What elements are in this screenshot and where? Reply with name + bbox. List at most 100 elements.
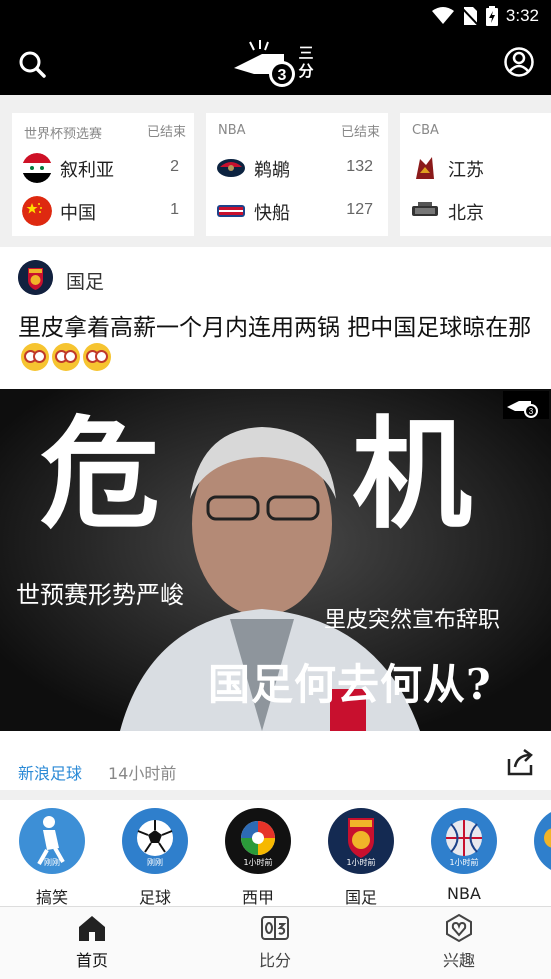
no-sim-icon <box>461 7 478 26</box>
match-status: 已结束 <box>340 125 380 140</box>
article-meta: 新浪足球 14小时前 <box>0 747 551 787</box>
score-card[interactable]: NBA 已结束 鹈鹕 132 快船 127 <box>206 113 388 236</box>
bottom-nav: 首页 比分 兴趣 <box>0 906 551 979</box>
team-name: 江苏 <box>448 160 484 181</box>
category-strip[interactable]: 刚刚 搞笑 刚刚 足球 1小时前 西甲 1小时前 国足 1小时前 NBA <box>0 800 551 906</box>
hero-caption-1: 世预赛形势严峻 <box>16 581 184 609</box>
user-profile-icon[interactable] <box>503 46 535 78</box>
league-name: 世界杯预选赛 <box>24 127 103 142</box>
article-headline[interactable]: 里皮拿着高薪一个月内连用两锅 把中国足球晾在那 <box>18 313 538 374</box>
hero-caption-2: 里皮突然宣布辞职 <box>324 608 501 633</box>
match-status: 已结束 <box>146 125 186 140</box>
team-name: 叙利亚 <box>60 160 114 181</box>
hero-big-char-left: 危 <box>40 404 160 545</box>
nav-scores[interactable]: 比分 <box>235 913 315 975</box>
category-badge: 刚刚 <box>147 858 163 867</box>
table-tennis-icon <box>534 808 551 874</box>
category-item[interactable]: 乒 <box>531 808 551 906</box>
team-row: 鹈鹕 132 <box>216 151 381 185</box>
status-bar: 3:32 <box>0 0 551 32</box>
jiangsu-logo-icon <box>416 157 434 179</box>
beijing-logo-icon <box>412 202 438 216</box>
category-label: NBA <box>447 884 481 903</box>
team-row: 中国 1 <box>22 194 187 228</box>
score-card[interactable]: CBA 19 江苏 北京 <box>400 113 551 236</box>
search-icon[interactable] <box>16 48 48 80</box>
nav-interest-label: 兴趣 <box>442 951 475 970</box>
score-carousel[interactable]: 世界杯预选赛 已结束 叙利亚 2 中国 1 NBA 已结束 鹈鹕 132 快船 … <box>0 95 551 247</box>
team-name: 北京 <box>448 203 484 224</box>
team-score: 132 <box>346 158 373 175</box>
laliga-logo-icon: 1小时前 <box>225 808 291 874</box>
hero-caption-3: 国足何去何从? <box>208 660 492 709</box>
category-label: 乒 <box>531 884 551 906</box>
funny-category-icon: 刚刚 <box>19 808 85 874</box>
team-row: 江苏 <box>410 151 551 185</box>
team-score: 127 <box>346 201 373 218</box>
logo-text: 三 分 <box>296 44 316 80</box>
china-flag-icon <box>22 196 52 226</box>
nav-home[interactable]: 首页 <box>52 913 132 975</box>
headline-text: 里皮拿着高薪一个月内连用两锅 把中国足球晾在那 <box>18 315 532 341</box>
home-icon <box>79 916 105 941</box>
wifi-icon <box>431 7 454 24</box>
cfa-logo-icon: 1小时前 <box>328 808 394 874</box>
team-score: 1 <box>170 201 179 218</box>
category-label: 足球 <box>138 888 171 906</box>
app-logo: 3 三 分 <box>232 40 322 88</box>
status-icons: 3:32 <box>431 5 539 27</box>
team-score: 2 <box>170 158 179 175</box>
league-name: CBA <box>412 123 439 138</box>
category-item[interactable]: 1小时前 国足 <box>325 808 395 906</box>
article-source[interactable]: 新浪足球 <box>18 760 82 784</box>
whistle-icon: 3 <box>234 40 295 87</box>
team-row: 叙利亚 2 <box>22 151 187 185</box>
logo-text-bottom: 分 <box>298 62 314 80</box>
hero-big-char-right: 机 <box>352 404 472 545</box>
dizzy-face-emoji-icon <box>52 343 80 371</box>
team-name: 鹈鹕 <box>254 160 290 181</box>
topic-name: 国足 <box>66 271 105 293</box>
category-item[interactable]: 刚刚 足球 <box>119 808 189 906</box>
syria-flag-icon <box>22 153 52 183</box>
nav-scores-label: 比分 <box>258 951 291 970</box>
interest-icon <box>446 913 472 943</box>
article-time: 14小时前 <box>108 764 177 783</box>
app-header: 3 三 分 <box>0 32 551 95</box>
logo-text-top: 三 <box>298 44 314 62</box>
team-name: 快船 <box>254 203 290 224</box>
category-item[interactable]: 刚刚 搞笑 <box>16 808 86 906</box>
category-badge: 刚刚 <box>44 858 60 867</box>
dizzy-face-emoji-icon <box>83 343 111 371</box>
pelicans-logo-icon <box>217 159 245 177</box>
team-name: 中国 <box>60 203 96 224</box>
status-time: 3:32 <box>505 6 539 25</box>
clippers-logo-icon <box>217 205 245 217</box>
nav-interest[interactable]: 兴趣 <box>419 913 499 975</box>
battery-charging-icon <box>485 6 498 26</box>
watermark-number: 3 <box>529 407 534 416</box>
dizzy-face-emoji-icon <box>21 343 49 371</box>
team-row: 快船 127 <box>216 194 381 228</box>
league-name: NBA <box>218 123 246 138</box>
category-label: 国足 <box>344 888 377 906</box>
team-row: 北京 <box>410 194 551 228</box>
basketball-icon: 1小时前 <box>431 808 497 874</box>
scoreboard-icon <box>261 916 289 940</box>
article-hero-image[interactable]: 危 机 世预赛形势严峻 里皮突然宣布辞职 国足何去何从? 3 <box>0 389 551 731</box>
nav-home-label: 首页 <box>75 951 108 970</box>
score-card[interactable]: 世界杯预选赛 已结束 叙利亚 2 中国 1 <box>12 113 194 236</box>
soccer-ball-icon: 刚刚 <box>122 808 188 874</box>
category-label: 西甲 <box>241 888 274 906</box>
logo-number: 3 <box>278 67 287 84</box>
category-badge: 1小时前 <box>449 858 479 867</box>
category-badge: 1小时前 <box>346 858 376 867</box>
watermark-logo-icon: 3 <box>503 391 549 419</box>
category-badge: 1小时前 <box>243 858 273 867</box>
category-label: 搞笑 <box>35 888 68 906</box>
news-article-card[interactable]: 国足 里皮拿着高薪一个月内连用两锅 把中国足球晾在那 危 机 世预赛形势严峻 里… <box>0 247 551 790</box>
cfa-logo-icon <box>18 260 53 295</box>
category-item[interactable]: 1小时前 西甲 <box>222 808 292 906</box>
category-item[interactable]: 1小时前 NBA <box>428 808 498 906</box>
share-icon[interactable] <box>505 747 535 777</box>
